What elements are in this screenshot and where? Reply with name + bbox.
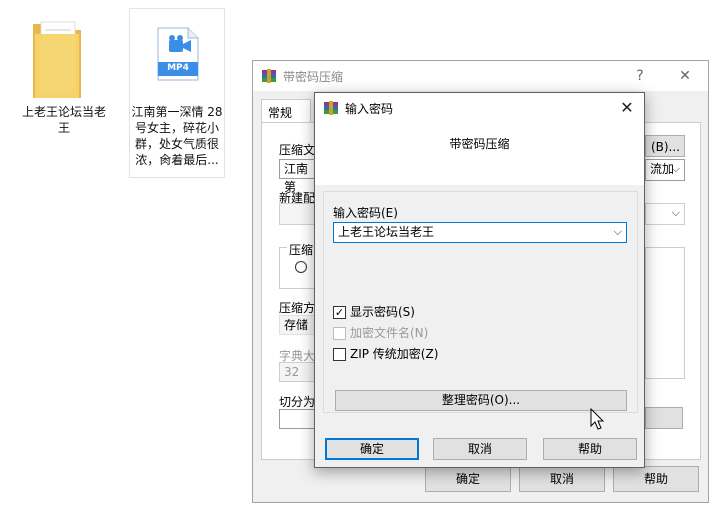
compress-type-label: 压缩 [287, 241, 316, 258]
dialog-cancel-button[interactable]: 取消 [433, 438, 527, 460]
zip-legacy-checkbox[interactable]: ZIP 传统加密(Z) [333, 347, 533, 363]
dialog-header: 带密码压缩 [315, 123, 644, 185]
compress-window-title: 带密码压缩 [283, 70, 344, 84]
mp4-file-icon [157, 27, 199, 81]
ok-button[interactable]: 确定 [425, 466, 511, 492]
checkmark-icon: ✓ [333, 306, 346, 319]
checkbox-box [333, 348, 346, 361]
dict-combo[interactable]: 32 [279, 362, 319, 382]
update-mode-combo[interactable]: 流加 ⌵ [645, 159, 685, 181]
mp4-badge: MP4 [167, 63, 189, 73]
zip-legacy-label: ZIP 传统加密(Z) [350, 347, 439, 361]
dialog-help-button[interactable]: 帮助 [543, 438, 637, 460]
dialog-ok-button[interactable]: 确定 [325, 438, 419, 460]
browse-button[interactable]: (B)... [645, 135, 685, 157]
config-combo[interactable] [279, 203, 319, 225]
set-password-button[interactable] [645, 407, 683, 429]
method-label: 压缩方 [279, 301, 316, 315]
archive-name-label: 压缩文 [279, 143, 316, 157]
split-combo[interactable] [279, 409, 319, 429]
show-password-checkbox[interactable]: ✓ 显示密码(S) [333, 305, 533, 321]
update-mode-value: 流加 [650, 162, 675, 176]
desktop-file-label: 江南第一深情 28 号女主，碎花小 群，处女气质很 浓，肏着最后... [131, 105, 223, 167]
method-combo[interactable]: 存储 [279, 315, 319, 335]
close-icon[interactable]: ✕ [616, 97, 638, 119]
desktop-folder[interactable]: 上老王论坛当老 王 [16, 8, 112, 138]
desktop-folder-label: 上老王论坛当老 王 [21, 105, 106, 135]
organize-passwords-button[interactable]: 整理密码(O)... [335, 390, 627, 411]
close-title-button[interactable]: ✕ [673, 66, 697, 86]
compress-window-titlebar: 带密码压缩 ? ✕ [253, 61, 708, 91]
password-value: 上老王论坛当老王 [338, 225, 435, 239]
folder-icon [33, 21, 81, 98]
options-group [645, 247, 685, 379]
chevron-down-icon[interactable]: ⌵ [614, 223, 622, 241]
password-dialog-title: 输入密码 [345, 102, 394, 116]
winrar-icon [324, 101, 338, 115]
help-title-button[interactable]: ? [628, 66, 652, 86]
password-label: 输入密码(E) [333, 206, 398, 220]
show-password-label: 显示密码(S) [350, 305, 415, 319]
winrar-icon [262, 69, 276, 83]
password-dialog-titlebar: 输入密码 ✕ [315, 93, 644, 123]
password-input[interactable]: 上老王论坛当老王 ⌵ [333, 222, 627, 243]
chevron-down-icon: ⌵ [671, 162, 680, 175]
mouse-cursor-icon [590, 408, 605, 430]
split-label: 切分为 [279, 395, 316, 409]
chevron-down-icon: ⌵ [671, 206, 680, 219]
archive-name-field[interactable]: 江南第 [279, 159, 319, 194]
tab-general[interactable]: 常规 [261, 99, 311, 123]
encrypt-filenames-label: 加密文件名(N) [350, 326, 429, 340]
help-button[interactable]: 帮助 [613, 466, 699, 492]
encrypt-filenames-checkbox: 加密文件名(N) [333, 326, 533, 342]
compress-type-radio[interactable] [295, 261, 307, 273]
format-combo[interactable]: ⌵ [645, 203, 685, 225]
cancel-button[interactable]: 取消 [519, 466, 605, 492]
checkbox-box [333, 327, 346, 340]
